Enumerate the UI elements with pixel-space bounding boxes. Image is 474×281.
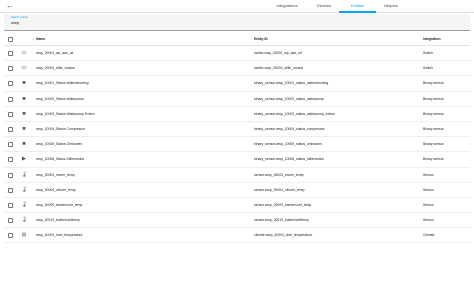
row-checkbox[interactable]	[8, 233, 13, 239]
entity-integration: Binary sensor	[423, 157, 444, 162]
square-icon: ■	[22, 110, 26, 117]
table-body: ▭ wwp_00001_wp_aan_uit switch.wwp_00001_wp…	[4, 46, 470, 244]
column-header-integration[interactable]: Integration	[423, 37, 469, 42]
select-all-checkbox[interactable]	[8, 37, 13, 42]
entity-integration: Sensor	[423, 187, 434, 192]
entity-id: sensor.wwp_30004_uitvoer_temp	[254, 187, 305, 192]
square-icon: ■	[22, 125, 26, 132]
row-checkbox[interactable]	[8, 218, 13, 224]
entity-id: binary_sensor.wwp_10001_status_waterstro…	[254, 81, 329, 86]
entity-name: wwp_10005_Status Ontdooien	[36, 142, 83, 147]
entity-name: wwp_30003_inveer_temp	[36, 172, 75, 177]
column-header-name[interactable]: Name	[36, 37, 246, 42]
entity-id: switch.wwp_00001_wp_aan_uit	[254, 51, 302, 55]
entity-name: wwp_30013_buitenluchttemp	[36, 218, 80, 223]
table-row[interactable]: ▭ wwp_00001_wp_aan_uit switch.wwp_00001_wp…	[4, 46, 470, 62]
entity-integration: Binary sensor	[423, 96, 444, 101]
entity-id: binary_sensor.wwp_10003_status_waterpomp…	[254, 111, 336, 116]
entities-table: ↑ Name Entity ID Integration ▭ wwp_00001_…	[4, 33, 470, 244]
tab-integrations[interactable]: Integrations	[268, 3, 306, 9]
entity-id: binary_sensor.wwp_10002_status_waterpomp	[254, 96, 324, 101]
entity-integration: Binary sensor	[423, 126, 444, 131]
table-row[interactable]: ■ wwp_10001_Status Waterstroming binary_se…	[4, 76, 470, 92]
entity-id: sensor.wwp_30013_buitenluchttemp	[254, 218, 309, 223]
row-checkbox[interactable]	[8, 202, 13, 208]
entity-name: wwp_00001_wp_aan_uit	[36, 51, 74, 55]
table-row[interactable]: ▭ wwp_00003_stille_modus switch.wwp_00003_…	[4, 61, 470, 77]
entity-name: wwp_10003_Status Waterpomp Extern	[36, 111, 95, 116]
toggle-icon: ▭	[21, 65, 27, 72]
back-arrow-icon[interactable]: ←	[6, 2, 14, 10]
tab-entities[interactable]: Entities	[339, 3, 376, 9]
tab-helpers[interactable]: Helpers	[373, 3, 409, 9]
table-row[interactable]: 🌡 wwp_30009_kamerrucht_temp sensor.wwp_300…	[4, 198, 470, 214]
toggle-icon: ▭	[21, 50, 27, 56]
table-row[interactable]: ▶ wwp_10006_Status Stillemodus binary_sens…	[4, 152, 470, 168]
row-checkbox[interactable]	[8, 187, 13, 193]
entity-integration: Binary sensor	[423, 81, 444, 86]
active-tab-indicator	[339, 11, 376, 13]
thermometer-icon: 🌡	[21, 186, 28, 193]
entity-name: wwp_10006_Status Stillemodus	[36, 157, 85, 162]
row-checkbox[interactable]	[8, 126, 13, 132]
search-box[interactable]: Search entities	[4, 14, 470, 31]
entity-integration: Sensor	[423, 218, 434, 223]
row-checkbox[interactable]	[8, 81, 13, 87]
table-row[interactable]: ■ wwp_10003_Status Waterpomp Extern binary…	[4, 107, 470, 122]
entity-name: wwp_00003_stille_modus	[36, 66, 75, 71]
thermometer-icon: 🌡	[21, 201, 28, 208]
row-checkbox[interactable]	[8, 111, 13, 117]
row-checkbox[interactable]	[8, 172, 13, 178]
table-row[interactable]: ■ wwp_10005_Status Ontdooien binary_sensor…	[4, 137, 470, 153]
square-icon: ■	[22, 95, 26, 102]
entity-name: wwp_10004_Status Compressor	[36, 126, 86, 131]
square-icon: ■	[22, 141, 26, 148]
table-row[interactable]: 🌡 wwp_30003_inveer_temp sensor.wwp_30003_i…	[4, 168, 470, 183]
entity-integration: Climate	[423, 233, 435, 238]
table-row[interactable]: ◍ wwp_40003_doel_temperatuur climate.wwp_4…	[4, 228, 470, 244]
row-checkbox[interactable]	[8, 51, 13, 56]
row-checkbox[interactable]	[8, 66, 13, 72]
thermometer-icon: 🌡	[21, 217, 28, 224]
top-bar: ← Integrations Devices Entities Helpers	[0, 0, 474, 13]
column-header-entity-id[interactable]: Entity ID	[254, 37, 414, 42]
thermostat-icon: ◍	[21, 232, 27, 239]
entity-name: wwp_40003_doel_temperatuur	[36, 233, 83, 238]
entity-id: switch.wwp_00003_stille_modus	[254, 66, 304, 71]
search-label: Search entities	[11, 16, 29, 19]
entity-id: binary_sensor.wwp_10006_status_stillemod…	[254, 157, 324, 162]
entity-id: sensor.wwp_30009_kamerrucht_temp	[254, 202, 312, 207]
entity-integration: Switch	[423, 51, 433, 55]
entity-id: sensor.wwp_30003_inveer_temp	[254, 172, 304, 177]
table-row[interactable]: 🌡 wwp_30004_uitvoer_temp sensor.wwp_30004_…	[4, 183, 470, 198]
row-checkbox[interactable]	[8, 142, 13, 148]
entity-name: wwp_30009_kamerrucht_temp	[36, 202, 83, 207]
entity-integration: Switch	[423, 66, 433, 71]
entity-name: wwp_10001_Status Waterstroming	[36, 81, 89, 86]
row-checkbox[interactable]	[8, 157, 13, 163]
square-icon: ■	[22, 80, 26, 87]
sort-arrow-icon[interactable]: ↑	[32, 37, 34, 42]
thermometer-icon: 🌡	[21, 171, 28, 178]
table-row[interactable]: 🌡 wwp_30013_buitenluchttemp sensor.wwp_300…	[4, 213, 470, 229]
entity-name: wwp_30004_uitvoer_temp	[36, 187, 76, 192]
table-header: ↑ Name Entity ID Integration	[4, 33, 470, 46]
search-input[interactable]	[11, 20, 211, 25]
play-icon: ▶	[21, 156, 27, 163]
table-row[interactable]: ■ wwp_10002_Status Waterpomp binary_sensor…	[4, 92, 470, 107]
entity-integration: Binary sensor	[423, 142, 444, 147]
entity-name: wwp_10002_Status Waterpomp	[36, 96, 84, 101]
entity-id: climate.wwp_40003_doel_temperatuur	[254, 233, 313, 238]
entity-id: binary_sensor.wwp_10004_status_compresso…	[254, 126, 325, 131]
table-row[interactable]: ■ wwp_10004_Status Compressor binary_senso…	[4, 122, 470, 138]
row-checkbox[interactable]	[8, 96, 13, 102]
entity-integration: Sensor	[423, 172, 434, 177]
tab-devices[interactable]: Devices	[306, 3, 342, 9]
entity-id: binary_sensor.wwp_10005_status_ontdooien	[254, 142, 322, 147]
entity-integration: Sensor	[423, 202, 434, 207]
entity-integration: Binary sensor	[423, 111, 444, 116]
